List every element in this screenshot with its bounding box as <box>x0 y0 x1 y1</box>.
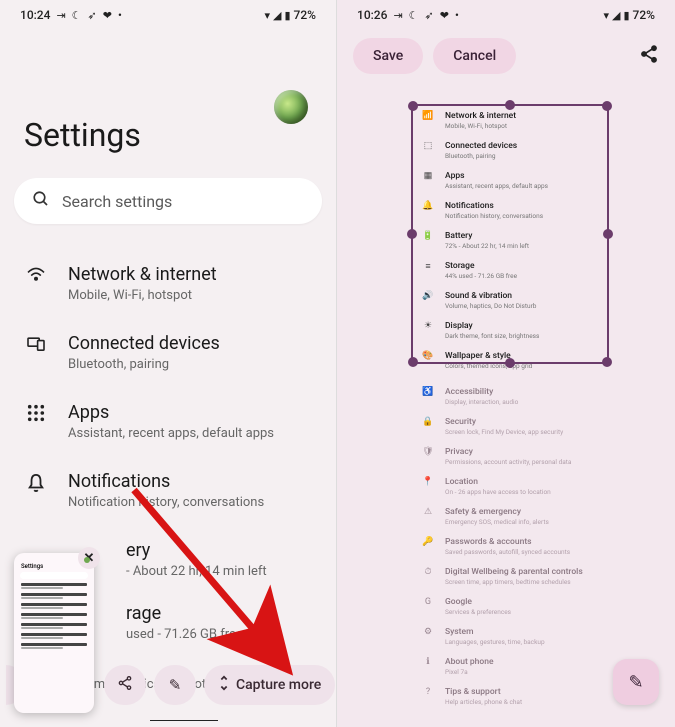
apps-grid-icon <box>24 404 48 422</box>
status-bar: 10:26 ⇥ ☾ ➶ ❤ • ▾ ◢ ▮ 72% <box>337 0 675 26</box>
mini-row: 🛡 PrivacyPermissions, account activity, … <box>415 442 641 472</box>
share-button[interactable] <box>104 665 146 705</box>
mini-row: 🔒 SecurityScreen lock, Find My Device, a… <box>415 412 641 442</box>
mini-row: ⚠ Safety & emergencyEmergency SOS, medic… <box>415 502 641 532</box>
mini-icon: G <box>421 597 435 607</box>
row-connected[interactable]: Connected devicesBluetooth, pairing <box>6 321 330 390</box>
mini-row: 🔑 Passwords & accountsSaved passwords, a… <box>415 532 641 562</box>
search-settings[interactable]: Search settings <box>14 178 322 224</box>
signal-icon: ◢ <box>273 9 281 22</box>
crop-handle[interactable] <box>505 358 515 368</box>
settings-screen: 10:24 ⇥ ☾ ➶ ❤ • ▾ ◢ ▮ 72% Settings Searc… <box>0 0 337 727</box>
row-notifications[interactable]: NotificationsNotification history, conve… <box>6 459 330 528</box>
mini-row: ⏱ Digital Wellbeing & parental controlsS… <box>415 562 641 592</box>
cancel-button[interactable]: Cancel <box>433 38 516 74</box>
mini-icon: ⚙ <box>421 627 435 637</box>
mini-row: ⚙ SystemLanguages, gestures, time, backu… <box>415 622 641 652</box>
mini-icon: 🔑 <box>421 537 435 547</box>
status-time: 10:24 <box>20 8 50 22</box>
row-network[interactable]: Network & internetMobile, Wi-Fi, hotspot <box>6 252 330 321</box>
signal-icon: ◢ <box>612 9 620 22</box>
scroll-screenshot-editor: 10:26 ⇥ ☾ ➶ ❤ • ▾ ◢ ▮ 72% Save Cancel <box>337 0 675 727</box>
search-placeholder: Search settings <box>62 192 172 211</box>
status-bar: 10:24 ⇥ ☾ ➶ ❤ • ▾ ◢ ▮ 72% <box>0 0 336 26</box>
mini-row: 📍 LocationOn - 26 apps have access to lo… <box>415 472 641 502</box>
mini-icon: 🔒 <box>421 417 435 427</box>
heart-icon: ❤ <box>103 9 112 22</box>
dnd-moon-icon: ☾ <box>409 9 419 22</box>
crop-selection[interactable] <box>411 104 609 364</box>
mini-row: G GoogleServices & preferences <box>415 592 641 622</box>
edit-fab[interactable]: ✎ <box>613 659 659 705</box>
crop-handle[interactable] <box>505 100 515 110</box>
dot-icon: • <box>118 9 122 22</box>
ongoing-icon: ⇥ <box>56 9 65 22</box>
battery-pct: 72% <box>294 8 316 22</box>
wifi-icon: ▾ <box>264 9 270 22</box>
mini-icon: 📍 <box>421 477 435 487</box>
edit-button[interactable]: ✎ <box>154 665 196 705</box>
crop-handle[interactable] <box>408 101 418 111</box>
profile-avatar[interactable] <box>274 90 308 124</box>
save-button[interactable]: Save <box>353 38 423 74</box>
expand-vertical-icon <box>218 675 230 695</box>
strikethrough-decor <box>150 720 218 722</box>
row-apps[interactable]: AppsAssistant, recent apps, default apps <box>6 390 330 459</box>
battery-icon: ▮ <box>623 9 629 22</box>
share-icon <box>117 675 133 695</box>
mini-icon: ? <box>421 687 435 697</box>
bell-icon <box>24 473 48 493</box>
mini-icon: ℹ <box>421 657 435 667</box>
wifi-icon: ▾ <box>603 9 609 22</box>
pencil-icon: ✎ <box>169 676 182 694</box>
heart-icon: ❤ <box>440 9 449 22</box>
wifi-icon <box>24 266 48 282</box>
mini-icon: 🛡 <box>421 447 435 457</box>
crop-handle[interactable] <box>603 229 613 239</box>
pencil-icon: ✎ <box>628 672 643 693</box>
devices-icon <box>24 335 48 351</box>
search-icon <box>32 190 50 212</box>
airtel-icon: ➶ <box>88 9 97 22</box>
airtel-icon: ➶ <box>425 9 434 22</box>
crop-handle[interactable] <box>408 357 418 367</box>
dnd-moon-icon: ☾ <box>72 9 82 22</box>
battery-pct: 72% <box>633 8 655 22</box>
share-button[interactable] <box>639 44 659 69</box>
mini-row: ℹ About phonePixel 7a <box>415 652 641 682</box>
mini-row: ♿ AccessibilityDisplay, interaction, aud… <box>415 382 641 412</box>
status-time: 10:26 <box>357 8 387 22</box>
screenshot-thumbnail[interactable]: ✕ Settings <box>14 553 94 713</box>
crop-handle[interactable] <box>602 101 612 111</box>
ongoing-icon: ⇥ <box>393 9 402 22</box>
mini-icon: ⚠ <box>421 507 435 517</box>
crop-handle[interactable] <box>602 357 612 367</box>
mini-icon: ♿ <box>421 387 435 397</box>
battery-icon: ▮ <box>284 9 290 22</box>
crop-handle[interactable] <box>407 229 417 239</box>
mini-row: ? Tips & supportHelp articles, phone & c… <box>415 682 641 712</box>
mini-icon: ⏱ <box>421 567 435 577</box>
dot-icon: • <box>455 9 459 22</box>
capture-more-button[interactable]: Capture more <box>204 665 335 705</box>
